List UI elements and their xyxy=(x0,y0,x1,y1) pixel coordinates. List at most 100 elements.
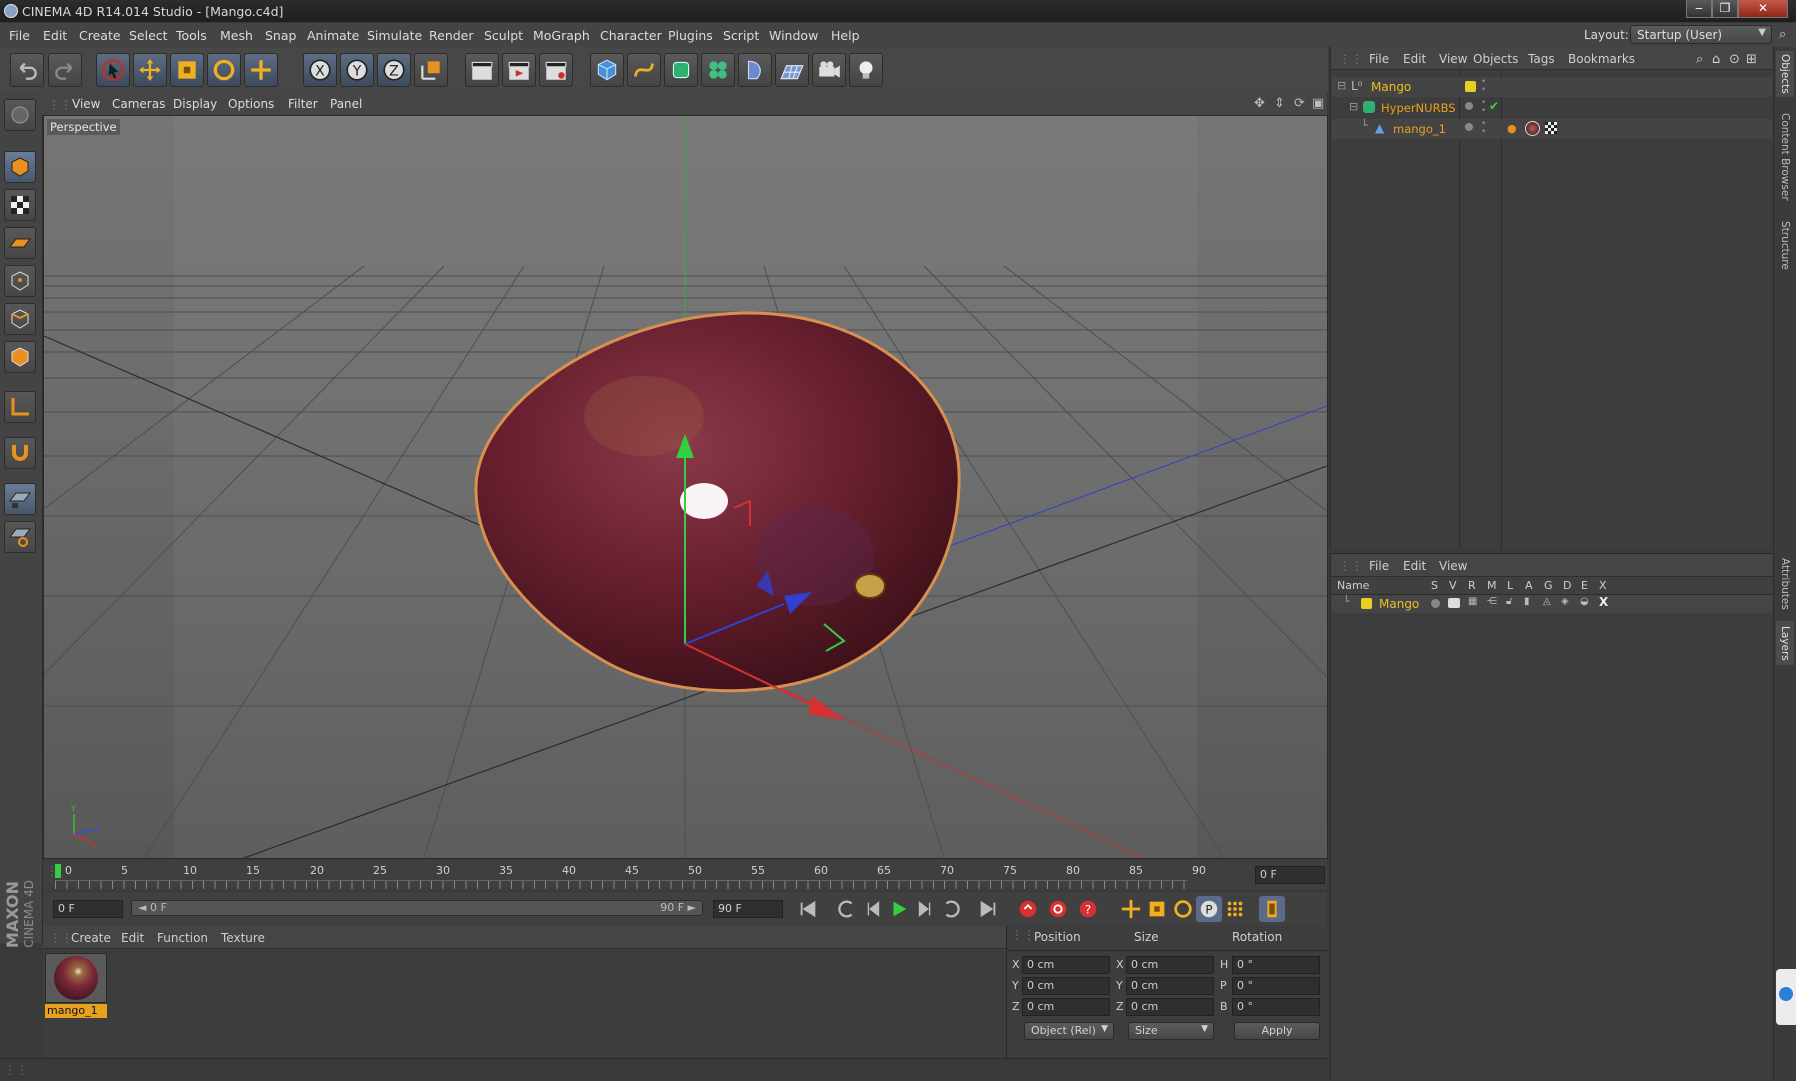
lm-menu-edit[interactable]: Edit xyxy=(1403,559,1426,573)
workplane-lock-button[interactable] xyxy=(4,483,36,515)
menu-plugins[interactable]: Plugins xyxy=(668,28,713,43)
deformer-icon[interactable]: ◈ xyxy=(1561,596,1569,607)
object-name[interactable]: mango_1 xyxy=(1393,122,1446,136)
autokeying-button[interactable] xyxy=(1045,896,1071,922)
teamviewer-tab[interactable] xyxy=(1776,969,1796,1025)
record-active-objects-button[interactable] xyxy=(1015,896,1041,922)
menu-mesh[interactable]: Mesh xyxy=(220,28,253,43)
coordinate-system-button[interactable] xyxy=(414,53,448,87)
rotation-h-field[interactable]: 0 ° xyxy=(1232,956,1320,974)
lm-menu-view[interactable]: View xyxy=(1439,559,1467,573)
planar-workplane-button[interactable] xyxy=(4,521,36,553)
search-icon[interactable]: ⌕ xyxy=(1779,27,1786,42)
points-mode-button[interactable] xyxy=(4,265,36,297)
axis-mode-button[interactable] xyxy=(4,391,36,423)
end-frame-field[interactable]: 90 F xyxy=(713,900,783,918)
add-mograph-button[interactable] xyxy=(701,53,735,87)
object-name[interactable]: HyperNURBS xyxy=(1381,101,1456,115)
record-position-button[interactable] xyxy=(1118,896,1144,922)
visibility-dots-icon[interactable]: • • xyxy=(1481,120,1486,137)
layer-row-mango[interactable]: └ Mango ▦ ⋲ 🔓︎ ▮ ◬ ◈ ◒ X xyxy=(1331,595,1774,613)
menu-sculpt[interactable]: Sculpt xyxy=(484,28,523,43)
start-frame-field[interactable]: 0 F xyxy=(53,900,123,918)
menu-animate[interactable]: Animate xyxy=(307,28,359,43)
visibility-dot-icon[interactable] xyxy=(1465,102,1473,110)
add-cube-button[interactable] xyxy=(590,53,624,87)
next-keyframe-button[interactable] xyxy=(938,896,964,922)
mm-menu-texture[interactable]: Texture xyxy=(221,931,265,945)
menu-file[interactable]: File xyxy=(9,28,30,43)
apply-button[interactable]: Apply xyxy=(1234,1022,1320,1040)
restore-button[interactable]: ❐ xyxy=(1712,0,1738,18)
lock-icon[interactable]: 🔓︎ xyxy=(1506,596,1512,607)
make-editable-button[interactable] xyxy=(4,99,36,131)
tab-attributes[interactable]: Attributes xyxy=(1776,554,1794,614)
go-to-start-button[interactable] xyxy=(795,896,821,922)
position-y-field[interactable]: 0 cm xyxy=(1022,977,1110,995)
object-row-hypernurbs[interactable]: ⊟ HyperNURBS • • ✔ xyxy=(1331,98,1774,118)
visibility-dots-icon[interactable]: • • xyxy=(1481,99,1486,116)
layer-color-swatch[interactable] xyxy=(1361,598,1372,609)
layer-color-swatch[interactable] xyxy=(1465,81,1476,92)
size-mode-dropdown[interactable]: Size ▼ xyxy=(1128,1022,1214,1040)
enabled-check-icon[interactable]: ✔ xyxy=(1489,99,1499,113)
search-icon[interactable]: ⌕ xyxy=(1696,52,1703,67)
add-spline-button[interactable] xyxy=(627,53,661,87)
z-axis-button[interactable]: Z xyxy=(377,53,411,87)
lm-menu-file[interactable]: File xyxy=(1369,559,1389,573)
timeline-window-button[interactable] xyxy=(1259,896,1285,922)
om-menu-file[interactable]: File xyxy=(1369,52,1389,66)
menu-tools[interactable]: Tools xyxy=(176,28,207,43)
home-icon[interactable]: ⌂ xyxy=(1712,52,1720,67)
viewport-menu-panel[interactable]: Panel xyxy=(330,97,362,111)
render-settings-button[interactable] xyxy=(539,53,573,87)
scale-tool-button[interactable] xyxy=(170,53,204,87)
workplane-mode-button[interactable] xyxy=(4,227,36,259)
size-z-field[interactable]: 0 cm xyxy=(1126,998,1214,1016)
menu-create[interactable]: Create xyxy=(79,28,121,43)
material-name[interactable]: mango_1 xyxy=(45,1004,107,1018)
y-axis-button[interactable]: Y xyxy=(340,53,374,87)
om-menu-edit[interactable]: Edit xyxy=(1403,52,1426,66)
rotation-p-field[interactable]: 0 ° xyxy=(1232,977,1320,995)
mm-menu-edit[interactable]: Edit xyxy=(121,931,144,945)
record-rotation-button[interactable] xyxy=(1170,896,1196,922)
eye-icon[interactable] xyxy=(1448,598,1460,608)
viewport-menu-cameras[interactable]: Cameras xyxy=(112,97,165,111)
render-to-picture-viewer-button[interactable] xyxy=(502,53,536,87)
add-deformer-button[interactable] xyxy=(738,53,772,87)
add-nurbs-button[interactable] xyxy=(664,53,698,87)
viewport-menu-display[interactable]: Display xyxy=(173,97,217,111)
menu-mograph[interactable]: MoGraph xyxy=(533,28,590,43)
material-mango-1[interactable]: mango_1 xyxy=(45,953,107,1018)
add-environment-button[interactable] xyxy=(775,53,809,87)
live-selection-button[interactable] xyxy=(96,53,130,87)
layer-name[interactable]: Mango xyxy=(1379,597,1419,611)
redo-button[interactable] xyxy=(48,53,82,87)
coordinate-mode-dropdown[interactable]: Object (Rel) ▼ xyxy=(1024,1022,1114,1040)
xref-icon[interactable]: X xyxy=(1599,595,1608,609)
menu-window[interactable]: Window xyxy=(769,28,818,43)
tab-objects[interactable]: Objects xyxy=(1776,51,1794,97)
film-icon[interactable]: ▮ xyxy=(1524,596,1530,607)
add-camera-button[interactable] xyxy=(812,53,846,87)
menu-snap[interactable]: Snap xyxy=(265,28,296,43)
generator-icon[interactable]: ◬ xyxy=(1543,596,1551,607)
object-row-mango-1[interactable]: └ ▲ mango_1 • • ● xyxy=(1331,119,1774,139)
previous-frame-button[interactable] xyxy=(860,896,886,922)
tab-layers[interactable]: Layers xyxy=(1776,621,1794,665)
visibility-dot-icon[interactable] xyxy=(1465,123,1473,131)
size-y-field[interactable]: 0 cm xyxy=(1126,977,1214,995)
expression-icon[interactable]: ◒ xyxy=(1580,596,1589,607)
collapse-icon[interactable]: ⊟ xyxy=(1349,100,1358,113)
om-menu-view[interactable]: View xyxy=(1439,52,1467,66)
close-button[interactable]: ✕ xyxy=(1738,0,1788,18)
menu-help[interactable]: Help xyxy=(831,28,860,43)
menu-select[interactable]: Select xyxy=(129,28,168,43)
uvw-tag-icon[interactable] xyxy=(1545,122,1557,134)
om-menu-objects[interactable]: Objects xyxy=(1473,52,1518,66)
hierarchy-icon[interactable]: ⋲ xyxy=(1487,596,1497,607)
viewport-menu-view[interactable]: View xyxy=(72,97,100,111)
playhead-marker[interactable] xyxy=(55,864,61,878)
x-axis-button[interactable]: X xyxy=(303,53,337,87)
